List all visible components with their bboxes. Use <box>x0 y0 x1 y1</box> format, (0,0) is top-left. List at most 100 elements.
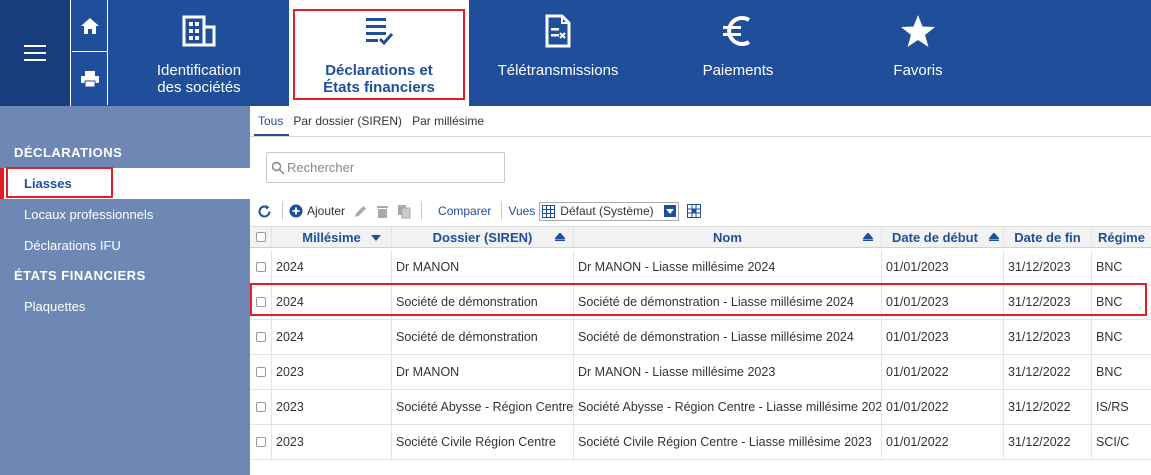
cell-nom: Dr MANON - Liasse millésime 2024 <box>574 250 882 284</box>
refresh-button[interactable] <box>257 204 272 219</box>
row-checkbox[interactable] <box>250 250 272 284</box>
cell-dossier: Société de démonstration <box>392 320 574 354</box>
home-icon <box>80 17 99 34</box>
row-checkbox[interactable] <box>250 320 272 354</box>
sort-asc-icon <box>989 233 999 241</box>
cell-nom: Société Civile Région Centre - Liasse mi… <box>574 425 882 459</box>
home-button[interactable] <box>72 0 108 52</box>
select-all-checkbox[interactable] <box>250 227 272 247</box>
cell-millesime: 2023 <box>272 355 392 389</box>
cell-regime: IS/RS <box>1096 400 1129 414</box>
sidebar-section-etats-financiers: ÉTATS FINANCIERS <box>14 268 146 283</box>
sort-asc-icon <box>555 233 565 241</box>
nav-label: Identification <box>156 62 242 79</box>
table-row[interactable]: 2023 Société Civile Région Centre Société … <box>250 425 1151 460</box>
nav-label: Télétransmissions <box>497 62 619 79</box>
cell-millesime: 2024 <box>272 320 392 354</box>
cell-dossier: Société Abysse - Région Centre <box>392 390 574 424</box>
cell-date-fin: 31/12/2023 <box>1004 320 1092 354</box>
add-button[interactable]: Ajouter <box>289 204 345 218</box>
toolbar-separator <box>282 202 283 220</box>
euro-icon <box>723 16 751 46</box>
table-row[interactable]: 2023 Société Abysse - Région Centre Sociét… <box>250 390 1151 425</box>
column-header-date-debut[interactable]: Date de début <box>882 227 1004 247</box>
column-header-label: Date de fin <box>1014 229 1081 245</box>
tabs-divider <box>250 136 1151 137</box>
cell-dossier: Dr MANON <box>392 355 574 389</box>
hamburger-icon <box>24 45 46 61</box>
cell-nom: Société Abysse - Région Centre - Liasse … <box>574 390 882 424</box>
column-header-label: Régime <box>1098 229 1145 245</box>
tab-tous[interactable]: Tous <box>254 106 290 136</box>
selected-row-highlight <box>250 283 1147 316</box>
delete-button[interactable] <box>376 204 389 219</box>
views-select[interactable]: Défaut (Système) <box>539 201 680 221</box>
table-row[interactable]: 2024 Dr MANON Dr MANON - Liasse millésime … <box>250 250 1151 285</box>
row-checkbox[interactable] <box>250 355 272 389</box>
cell-millesime: 2023 <box>272 390 392 424</box>
sidebar-item-declarations-ifu[interactable]: Déclarations IFU <box>0 230 250 261</box>
nav-paiements[interactable]: Paiements <box>647 0 829 106</box>
column-header-label: Dossier (SIREN) <box>432 229 533 245</box>
cell-millesime: 2024 <box>272 250 392 284</box>
edit-button[interactable] <box>353 204 368 219</box>
sidebar: DÉCLARATIONS Liasses Locaux professionne… <box>0 106 250 475</box>
nav-favoris[interactable]: Favoris <box>829 0 1007 106</box>
column-header-label: Date de début <box>892 229 978 245</box>
cell-date-debut: 01/01/2023 <box>882 320 1004 354</box>
top-navigation-bar: Identification des sociétés Déclarations… <box>0 0 1151 106</box>
add-button-label: Ajouter <box>307 204 346 218</box>
column-header-millesime[interactable]: Millésime <box>272 227 392 247</box>
active-nav-highlight <box>293 9 465 100</box>
table-row[interactable]: 2023 Dr MANON Dr MANON - Liasse millésime … <box>250 355 1151 390</box>
menu-button[interactable] <box>0 0 71 106</box>
column-header-label: Millésime <box>302 229 361 245</box>
add-circle-icon <box>289 204 303 218</box>
views-select-value: Défaut (Système) <box>560 204 654 218</box>
sort-asc-icon <box>863 233 873 241</box>
grid-view-icon <box>542 204 556 218</box>
grid-toolbar: Ajouter Comparer Vues Défaut (Système) <box>250 200 1151 222</box>
cell-date-debut: 01/01/2023 <box>882 250 1004 284</box>
column-header-date-fin[interactable]: Date de fin <box>1004 227 1092 247</box>
tab-par-millesime[interactable]: Par millésime <box>408 106 490 136</box>
cell-date-fin: 31/12/2022 <box>1004 355 1092 389</box>
view-settings-button[interactable] <box>687 204 702 218</box>
cell-regime: BNC <box>1096 365 1123 379</box>
nav-identification-societes[interactable]: Identification des sociétés <box>109 0 289 106</box>
table-header: Millésime Dossier (SIREN) Nom Date de dé… <box>250 226 1151 248</box>
liasses-highlight <box>6 167 113 198</box>
tab-par-dossier[interactable]: Par dossier (SIREN) <box>289 106 408 136</box>
nav-teletransmissions[interactable]: Télétransmissions <box>469 0 647 106</box>
copy-button[interactable] <box>397 204 411 219</box>
sidebar-item-plaquettes[interactable]: Plaquettes <box>0 291 250 322</box>
cell-regime: SCI/C <box>1096 435 1130 449</box>
compare-button[interactable]: Comparer <box>438 204 491 218</box>
refresh-icon <box>258 204 271 217</box>
document-transmit-icon <box>545 14 571 48</box>
print-icon <box>80 70 99 87</box>
cell-millesime: 2023 <box>272 425 392 459</box>
pencil-icon <box>355 205 367 217</box>
chevron-down-icon <box>664 205 677 217</box>
nav-label: des sociétés <box>157 79 241 96</box>
sidebar-item-locaux-professionnels[interactable]: Locaux professionnels <box>0 199 250 230</box>
cell-date-fin: 31/12/2022 <box>1004 390 1092 424</box>
search-icon <box>271 161 285 175</box>
table-row[interactable]: 2024 Société de démonstration Société de d… <box>250 320 1151 355</box>
column-header-regime[interactable]: Régime <box>1092 227 1151 247</box>
cell-date-debut: 01/01/2022 <box>882 425 1004 459</box>
sort-desc-icon <box>371 235 381 241</box>
row-checkbox[interactable] <box>250 390 272 424</box>
cell-date-debut: 01/01/2022 <box>882 390 1004 424</box>
grid-settings-icon <box>687 204 702 218</box>
column-header-dossier[interactable]: Dossier (SIREN) <box>392 227 574 247</box>
column-header-nom[interactable]: Nom <box>574 227 882 247</box>
filter-tabs: Tous Par dossier (SIREN) Par millésime <box>250 106 490 136</box>
star-icon <box>901 15 935 47</box>
row-checkbox[interactable] <box>250 425 272 459</box>
cell-dossier: Société Civile Région Centre <box>392 425 574 459</box>
print-button[interactable] <box>72 52 108 105</box>
views-label: Vues <box>508 204 536 218</box>
search-input[interactable]: Rechercher <box>266 152 505 183</box>
